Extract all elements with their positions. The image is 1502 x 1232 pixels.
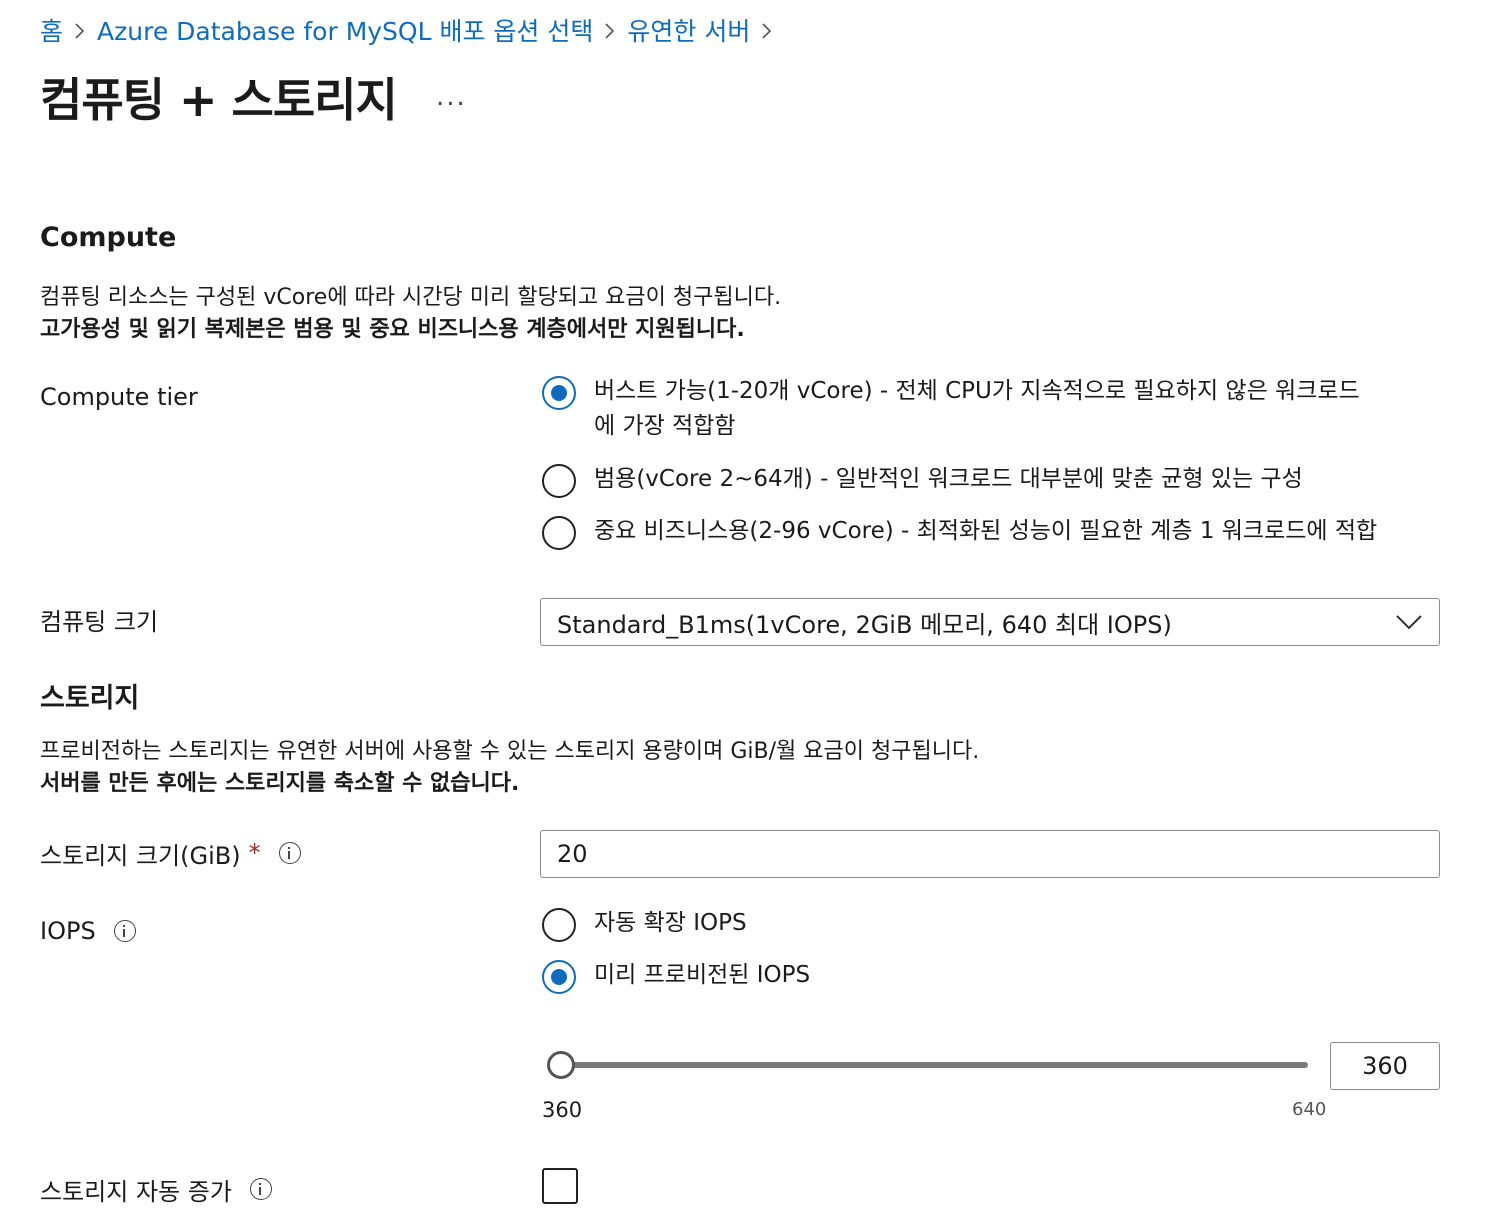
radio-iops-preprovisioned[interactable]: [542, 960, 576, 994]
tier-option-general-purpose[interactable]: 범용(vCore 2~64개) - 일반적인 워크로드 대부분에 맞춘 균형 있…: [542, 464, 1303, 498]
breadcrumb-home[interactable]: 홈: [40, 12, 63, 48]
iops-value-input[interactable]: 360: [1330, 1042, 1440, 1090]
compute-description: 컴퓨팅 리소스는 구성된 vCore에 따라 시간당 미리 할당되고 요금이 청…: [40, 282, 781, 346]
iops-label: IOPS: [40, 917, 96, 945]
chevron-right-icon: [593, 18, 627, 43]
tier-option-general-purpose-text: 범용(vCore 2~64개) - 일반적인 워크로드 대부분에 맞춘 균형 있…: [594, 466, 1303, 492]
radio-general-purpose[interactable]: [542, 464, 576, 498]
info-icon[interactable]: [278, 842, 301, 864]
page-title: 컴퓨팅 + 스토리지: [40, 73, 398, 127]
compute-size-label: 컴퓨팅 크기: [40, 607, 159, 636]
compute-heading: Compute: [40, 222, 177, 253]
compute-description-note: 고가용성 및 읽기 복제본은 범용 및 중요 비즈니스용 계층에서만 지원됩니다…: [40, 317, 745, 342]
iops-option-preprovisioned[interactable]: 미리 프로비전된 IOPS: [542, 960, 810, 994]
compute-size-value: Standard_B1ms(1vCore, 2GiB 메모리, 640 최대 I…: [557, 610, 1172, 639]
chevron-right-icon: [750, 18, 784, 43]
tier-option-burstable-line2: 에 가장 적합함: [594, 413, 736, 439]
tier-option-business-critical-text: 중요 비즈니스용(2-96 vCore) - 최적화된 성능이 필요한 계층 1…: [594, 518, 1378, 544]
iops-slider-thumb[interactable]: [547, 1051, 575, 1079]
storage-heading: 스토리지: [40, 683, 140, 714]
tier-option-business-critical[interactable]: 중요 비즈니스용(2-96 vCore) - 최적화된 성능이 필요한 계층 1…: [542, 516, 1377, 550]
required-marker: *: [248, 839, 261, 867]
breadcrumb: 홈 Azure Database for MySQL 배포 옵션 선택 유연한 …: [40, 12, 784, 48]
ellipsis-icon: ...: [436, 82, 467, 112]
breadcrumb-mysql-deploy-options[interactable]: Azure Database for MySQL 배포 옵션 선택: [97, 12, 593, 48]
tier-option-burstable-text: 버스트 가능(1-20개 vCore) - 전체 CPU가 지속적으로 필요하지…: [594, 374, 1360, 444]
radio-business-critical[interactable]: [542, 516, 576, 550]
chevron-down-icon: [1395, 611, 1423, 639]
storage-autogrow-label-group: 스토리지 자동 증가: [40, 1172, 272, 1206]
info-icon[interactable]: [249, 1178, 272, 1200]
iops-option-autoscale[interactable]: 자동 확장 IOPS: [542, 908, 747, 942]
chevron-right-icon: [63, 18, 97, 43]
storage-size-label-group: 스토리지 크기(GiB) *: [40, 836, 301, 870]
iops-option-preprovisioned-label: 미리 프로비전된 IOPS: [594, 962, 811, 988]
radio-burstable[interactable]: [542, 376, 576, 410]
radio-iops-autoscale[interactable]: [542, 908, 576, 942]
breadcrumb-flexible-server[interactable]: 유연한 서버: [627, 12, 750, 48]
storage-description: 프로비전하는 스토리지는 유연한 서버에 사용할 수 있는 스토리지 용량이며 …: [40, 736, 979, 800]
storage-autogrow-label: 스토리지 자동 증가: [40, 1177, 232, 1206]
compute-tier-label: Compute tier: [40, 383, 198, 411]
storage-size-value: 20: [557, 840, 588, 868]
tier-option-burstable[interactable]: 버스트 가능(1-20개 vCore) - 전체 CPU가 지속적으로 필요하지…: [542, 376, 1360, 444]
storage-size-input[interactable]: 20: [540, 830, 1440, 878]
storage-description-note: 서버를 만든 후에는 스토리지를 축소할 수 없습니다.: [40, 771, 520, 796]
storage-size-label: 스토리지 크기(GiB): [40, 841, 241, 870]
tier-option-burstable-line1: 버스트 가능(1-20개 vCore) - 전체 CPU가 지속적으로 필요하지…: [594, 378, 1360, 404]
iops-slider-max-label: 640: [1292, 1099, 1327, 1120]
compute-description-line1: 컴퓨팅 리소스는 구성된 vCore에 따라 시간당 미리 할당되고 요금이 청…: [40, 285, 782, 310]
storage-autogrow-checkbox[interactable]: [542, 1168, 578, 1204]
compute-size-dropdown[interactable]: Standard_B1ms(1vCore, 2GiB 메모리, 640 최대 I…: [540, 598, 1440, 646]
iops-option-autoscale-label: 자동 확장 IOPS: [594, 910, 747, 936]
iops-slider-track[interactable]: [556, 1062, 1308, 1068]
iops-slider-min-label: 360: [542, 1098, 583, 1122]
iops-value: 360: [1362, 1052, 1408, 1080]
info-icon[interactable]: [113, 920, 136, 942]
iops-label-group: IOPS: [40, 914, 136, 948]
more-options-button[interactable]: ...: [436, 82, 467, 112]
storage-description-line1: 프로비전하는 스토리지는 유연한 서버에 사용할 수 있는 스토리지 용량이며 …: [40, 739, 980, 764]
